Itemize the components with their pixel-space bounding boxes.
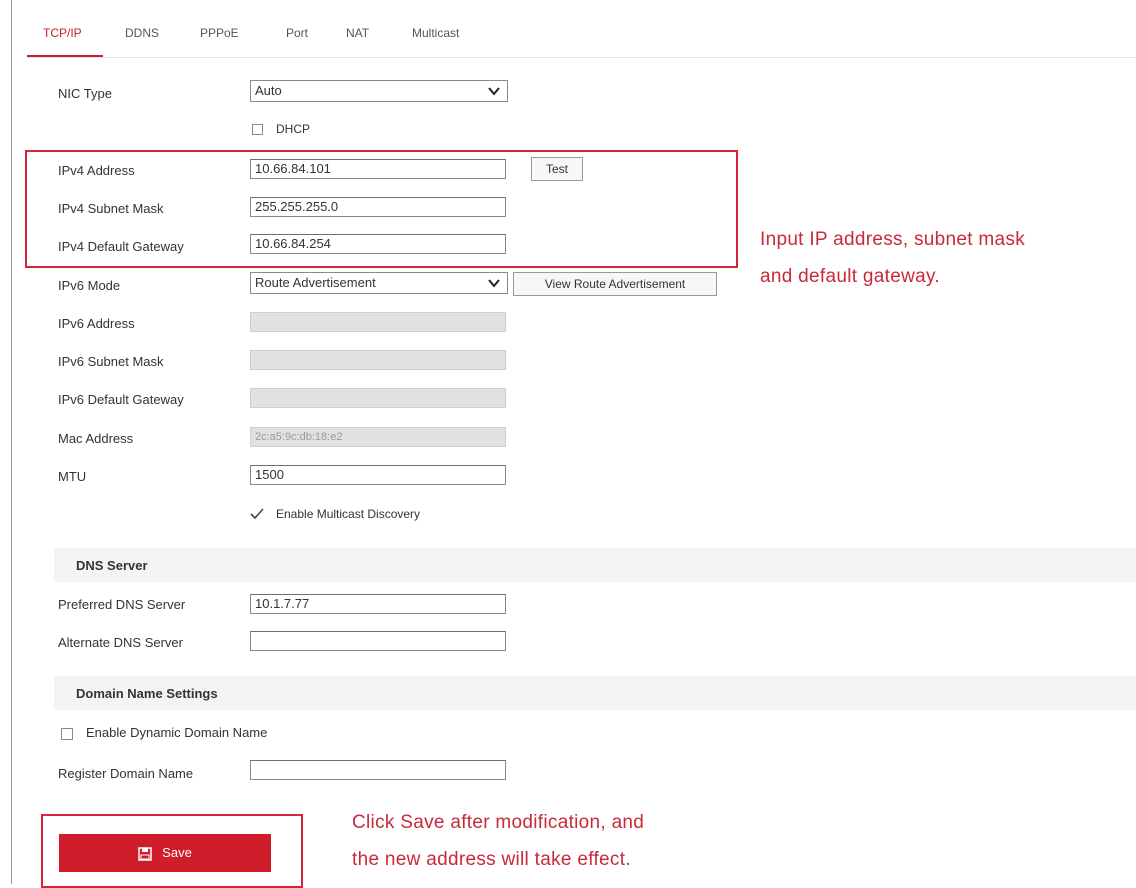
tab-tcpip[interactable]: TCP/IP [43, 26, 82, 40]
ipv6-address-input[interactable] [250, 312, 506, 332]
ipv6-subnet-mask-label: IPv6 Subnet Mask [58, 354, 164, 369]
domain-name-section-header: Domain Name Settings [54, 676, 1136, 710]
ipv6-address-label: IPv6 Address [58, 316, 135, 331]
save-annotation-line2: the new address will take effect. [352, 849, 631, 870]
ipv4-highlight-box [25, 150, 738, 268]
save-annotation-line1: Click Save after modification, and [352, 812, 645, 833]
domain-name-heading: Domain Name Settings [76, 686, 218, 701]
preferred-dns-input[interactable]: 10.1.7.77 [250, 594, 506, 614]
multicast-discovery-checkbox[interactable] [250, 507, 264, 521]
ipv6-subnet-mask-input[interactable] [250, 350, 506, 370]
checkmark-icon [250, 508, 264, 520]
chevron-down-icon [488, 279, 500, 288]
register-domain-label: Register Domain Name [58, 766, 194, 781]
chevron-down-icon [488, 87, 500, 96]
register-domain-input[interactable] [250, 760, 506, 780]
enable-dynamic-domain-label: Enable Dynamic Domain Name [86, 725, 268, 740]
dhcp-label: DHCP [276, 122, 311, 136]
save-button[interactable]: Save [59, 834, 271, 872]
ipv6-default-gateway-input[interactable] [250, 388, 506, 408]
alternate-dns-input[interactable] [250, 631, 506, 651]
mtu-label: MTU [58, 469, 87, 484]
view-route-advertisement-button[interactable]: View Route Advertisement [513, 272, 717, 296]
alternate-dns-label: Alternate DNS Server [58, 635, 183, 650]
ip-annotation-line1: Input IP address, subnet mask [760, 229, 1025, 250]
ipv6-default-gateway-label: IPv6 Default Gateway [58, 392, 184, 407]
save-label: Save [162, 845, 192, 860]
tab-pppoe[interactable]: PPPoE [200, 26, 239, 40]
mac-address-label: Mac Address [58, 431, 134, 446]
ip-annotation-line2: and default gateway. [760, 266, 940, 287]
tab-ddns[interactable]: DDNS [125, 26, 159, 40]
nic-type-value: Auto [255, 83, 282, 98]
tab-nat[interactable]: NAT [346, 26, 369, 40]
save-icon [138, 846, 152, 861]
tab-bar-divider [27, 57, 1136, 58]
nic-type-label: NIC Type [58, 86, 112, 101]
ipv6-mode-value: Route Advertisement [255, 275, 376, 290]
multicast-discovery-label: Enable Multicast Discovery [276, 507, 421, 521]
tab-multicast[interactable]: Multicast [412, 26, 459, 40]
dhcp-checkbox[interactable] [252, 124, 263, 135]
dns-server-section-header: DNS Server [54, 548, 1136, 582]
left-divider [11, 0, 12, 884]
dns-server-heading: DNS Server [76, 558, 148, 573]
ipv6-mode-label: IPv6 Mode [58, 278, 121, 293]
tab-port[interactable]: Port [286, 26, 308, 40]
mac-address-input: 2c:a5:9c:db:18:e2 [250, 427, 506, 447]
mtu-input[interactable]: 1500 [250, 465, 506, 485]
ipv6-mode-select[interactable]: Route Advertisement [250, 272, 508, 294]
preferred-dns-label: Preferred DNS Server [58, 597, 186, 612]
enable-dynamic-domain-checkbox[interactable] [61, 728, 73, 740]
nic-type-select[interactable]: Auto [250, 80, 508, 102]
